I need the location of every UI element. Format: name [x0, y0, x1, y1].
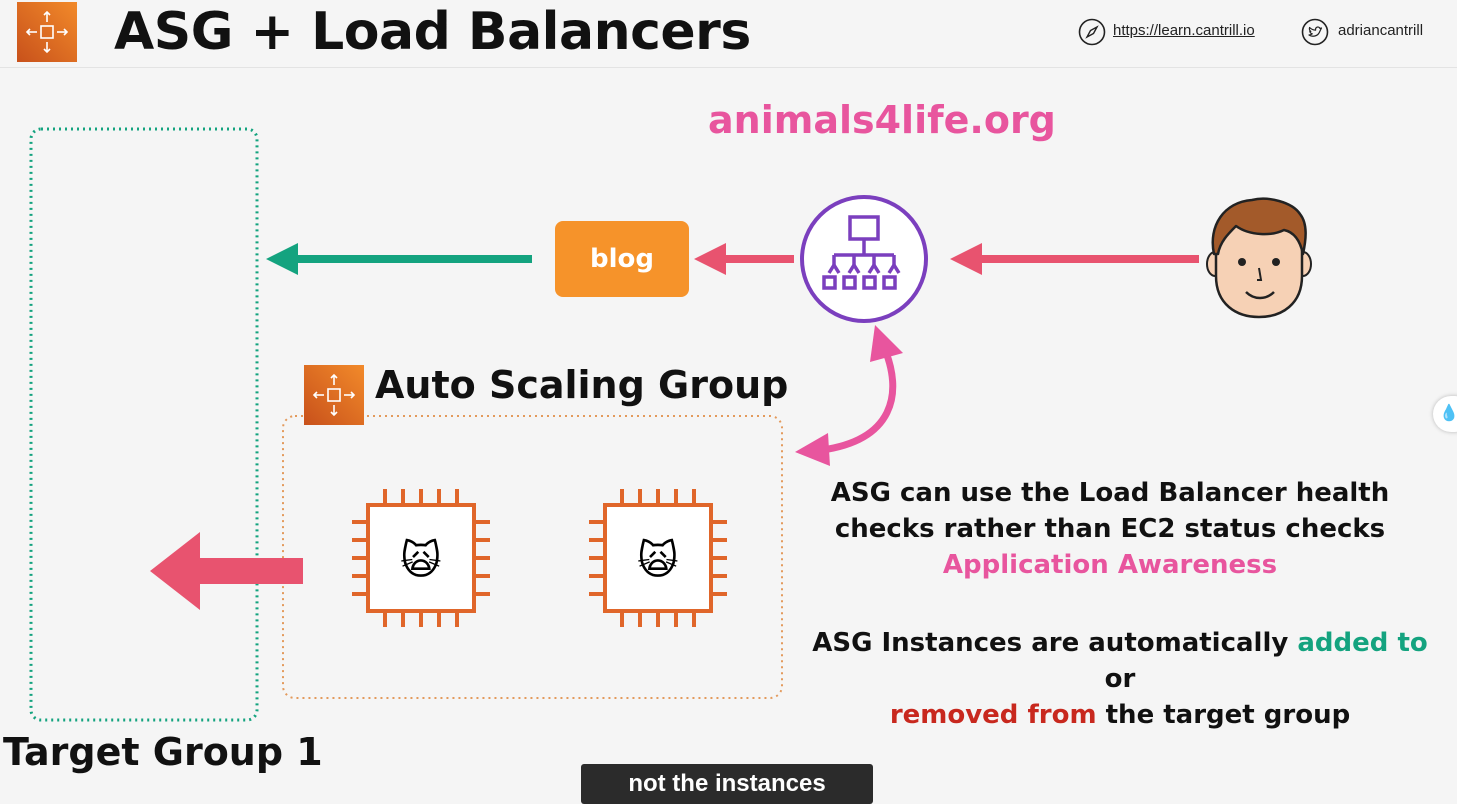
note2-line1: ASG Instances are automatically added to…: [800, 625, 1440, 697]
cat-emoji-1: 🙀: [400, 538, 442, 584]
load-balancer-icon: [799, 195, 929, 325]
health-check-note: ASG can use the Load Balancer health che…: [800, 475, 1420, 583]
note2-line2: removed from the target group: [800, 697, 1440, 733]
arrow-asg-elb-health: [795, 325, 903, 466]
note2-added: added to: [1297, 628, 1428, 658]
arrow-elb-to-blog: [694, 243, 794, 275]
subtitle-caption: not the instances: [581, 764, 873, 804]
note2-part1: ASG Instances are automatically: [812, 628, 1289, 658]
user-face-icon: [1206, 196, 1312, 320]
target-group-box: [29, 127, 259, 722]
target-group-label: Target Group 1: [3, 730, 323, 774]
note2-or: or: [1104, 664, 1136, 694]
arrow-asg-to-target-group: [150, 532, 303, 610]
arrow-user-to-elb: [950, 243, 1199, 275]
blog-box: blog: [555, 221, 689, 297]
asg-label: Auto Scaling Group: [375, 363, 789, 407]
asg-icon: [304, 365, 364, 425]
note1-highlight: Application Awareness: [942, 550, 1278, 580]
note1-line1: ASG can use the Load Balancer health: [830, 478, 1390, 508]
cat-emoji-2: 🙀: [637, 538, 679, 584]
target-group-note: ASG Instances are automatically added to…: [800, 625, 1440, 733]
note2-part2: the target group: [1105, 700, 1351, 730]
note2-removed: removed from: [889, 700, 1097, 730]
note1-line2: checks rather than EC2 status checks: [834, 514, 1386, 544]
arrow-blog-to-target-group: [266, 243, 532, 275]
